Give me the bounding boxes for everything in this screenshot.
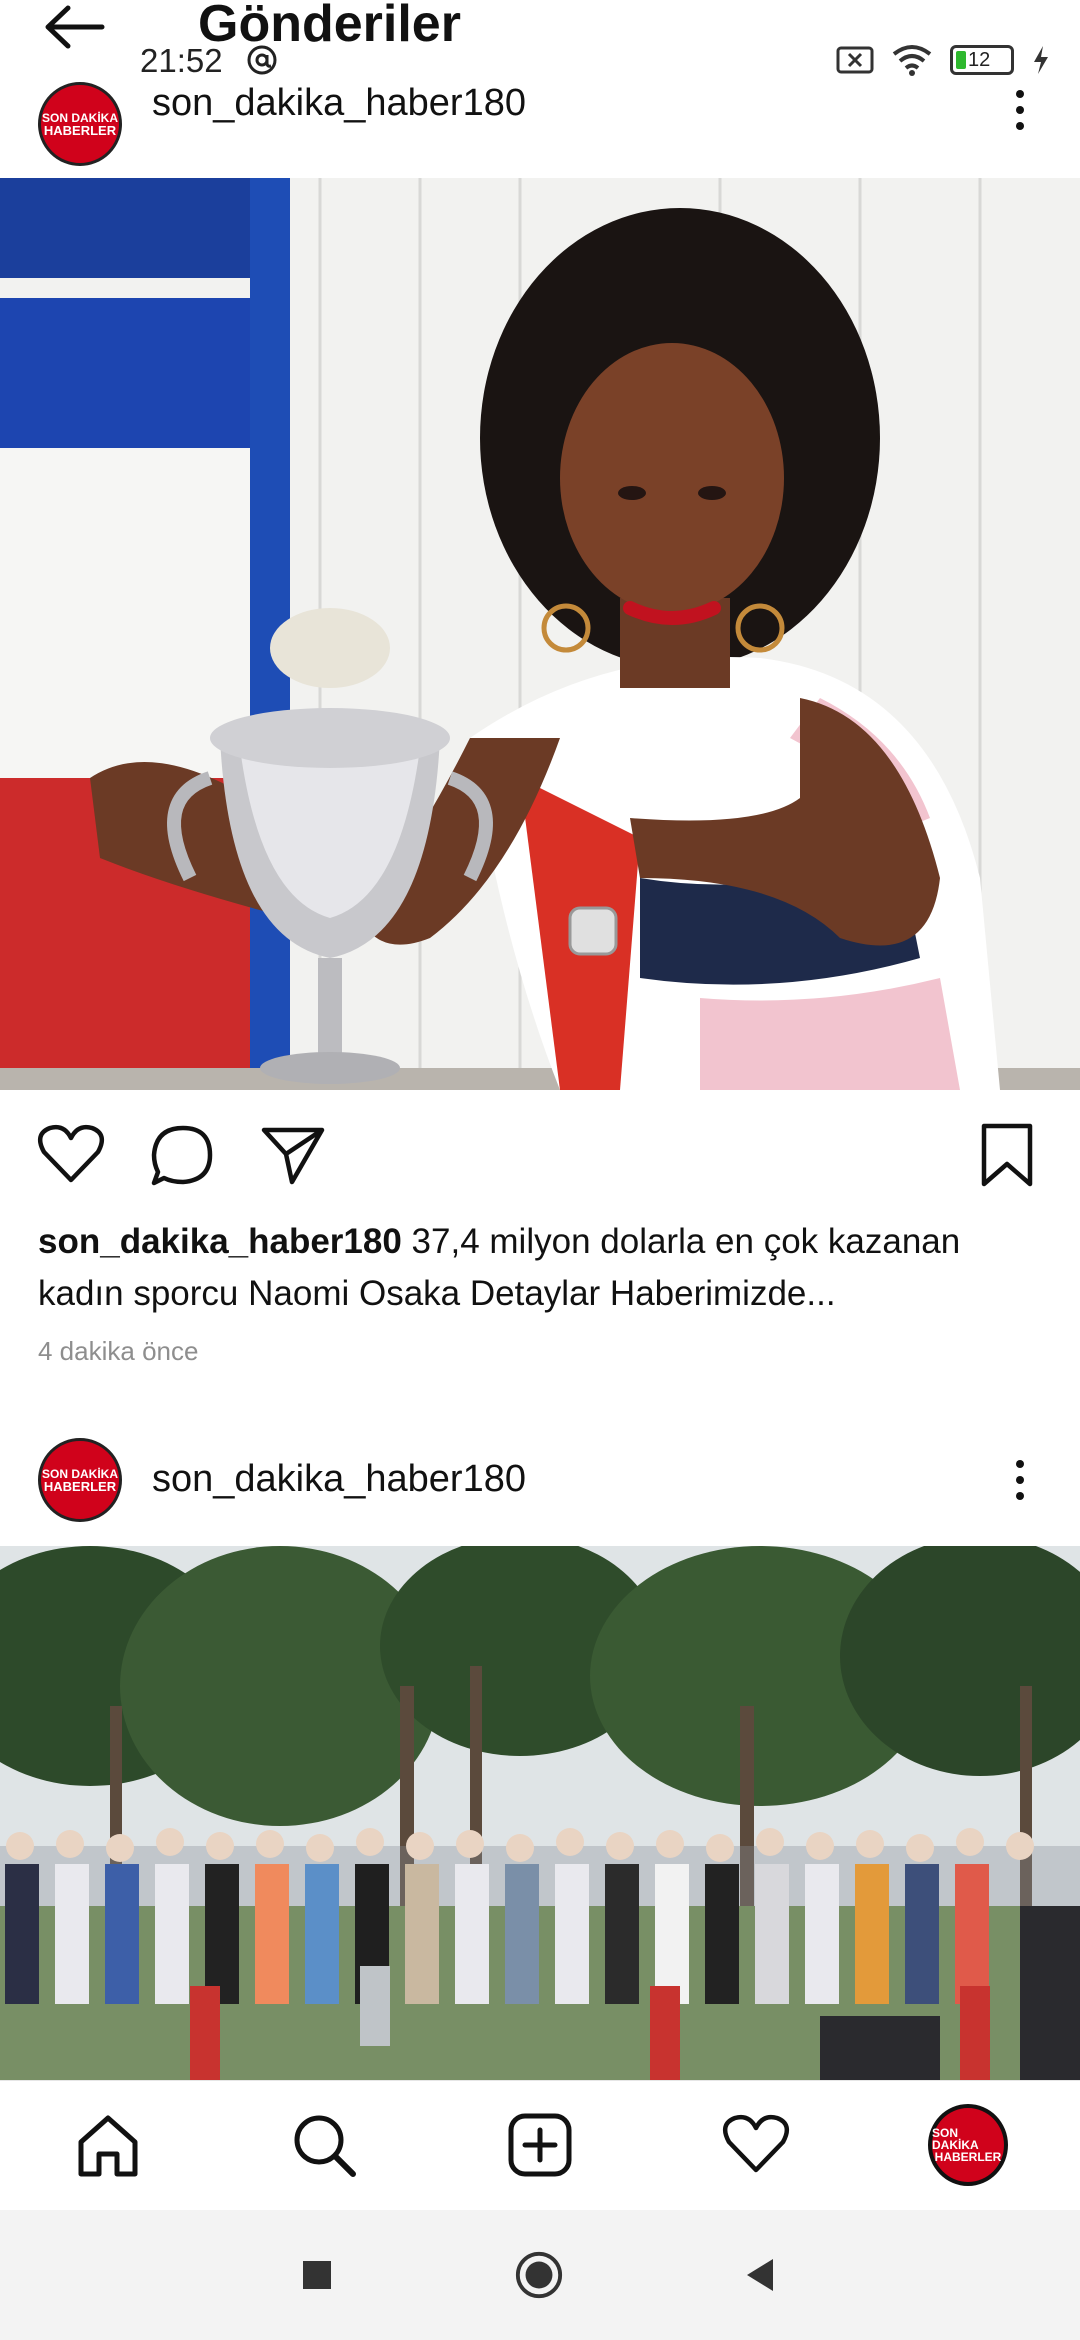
nav-add[interactable] [500, 2105, 580, 2185]
nav-profile[interactable]: SON DAKİKA HABERLER [928, 2104, 1008, 2186]
recent-apps-button[interactable] [292, 2250, 342, 2300]
square-icon [303, 2261, 331, 2289]
profile-avatar: SON DAKİKA HABERLER [928, 2104, 1008, 2186]
nav-search[interactable] [284, 2105, 364, 2185]
post-caption: son_dakika_haber180 37,4 milyon dolarla … [38, 1216, 1048, 1320]
more-options-icon[interactable] [1000, 80, 1040, 140]
post-timestamp: 4 dakika önce [38, 1336, 199, 1366]
circle-icon [515, 2251, 563, 2299]
heart-icon[interactable] [36, 1120, 106, 1190]
nav-home[interactable] [68, 2105, 148, 2185]
bookmark-icon[interactable] [972, 1120, 1042, 1190]
top-header: Gönderiler [0, 0, 1080, 60]
avatar[interactable]: SON DAKİKA HABERLER [38, 82, 122, 166]
comment-icon[interactable] [148, 1120, 218, 1190]
search-icon [294, 2115, 356, 2177]
add-post-icon [508, 2113, 572, 2177]
more-options-icon[interactable] [1000, 1450, 1040, 1510]
heart-icon [722, 2114, 790, 2173]
avatar[interactable]: SON DAKİKA HABERLER [38, 1438, 122, 1522]
post-image[interactable] [0, 178, 1080, 1090]
post-actions [0, 1120, 1080, 1200]
home-button[interactable] [514, 2250, 564, 2300]
caption-username[interactable]: son_dakika_haber180 [38, 1222, 402, 1261]
post-image[interactable] [0, 1546, 1080, 2080]
system-navigation [0, 2210, 1080, 2340]
back-button[interactable] [736, 2250, 786, 2300]
bottom-navigation: SON DAKİKA HABERLER [0, 2080, 1080, 2210]
back-arrow-icon[interactable] [40, 0, 110, 60]
triangle-back-icon [747, 2259, 773, 2291]
nav-activity[interactable] [716, 2105, 796, 2185]
post-username[interactable]: son_dakika_haber180 [152, 82, 526, 125]
post-photo [0, 178, 1080, 1090]
post-photo [0, 1546, 1080, 2080]
send-icon[interactable] [258, 1120, 328, 1190]
home-icon [78, 2115, 138, 2177]
post-header: SON DAKİKA HABERLER son_dakika_haber180 [0, 60, 1080, 166]
post-username[interactable]: son_dakika_haber180 [152, 1458, 526, 1501]
post-header: SON DAKİKA HABERLER son_dakika_haber180 [0, 1430, 1080, 1530]
page-title: Gönderiler [198, 0, 461, 53]
